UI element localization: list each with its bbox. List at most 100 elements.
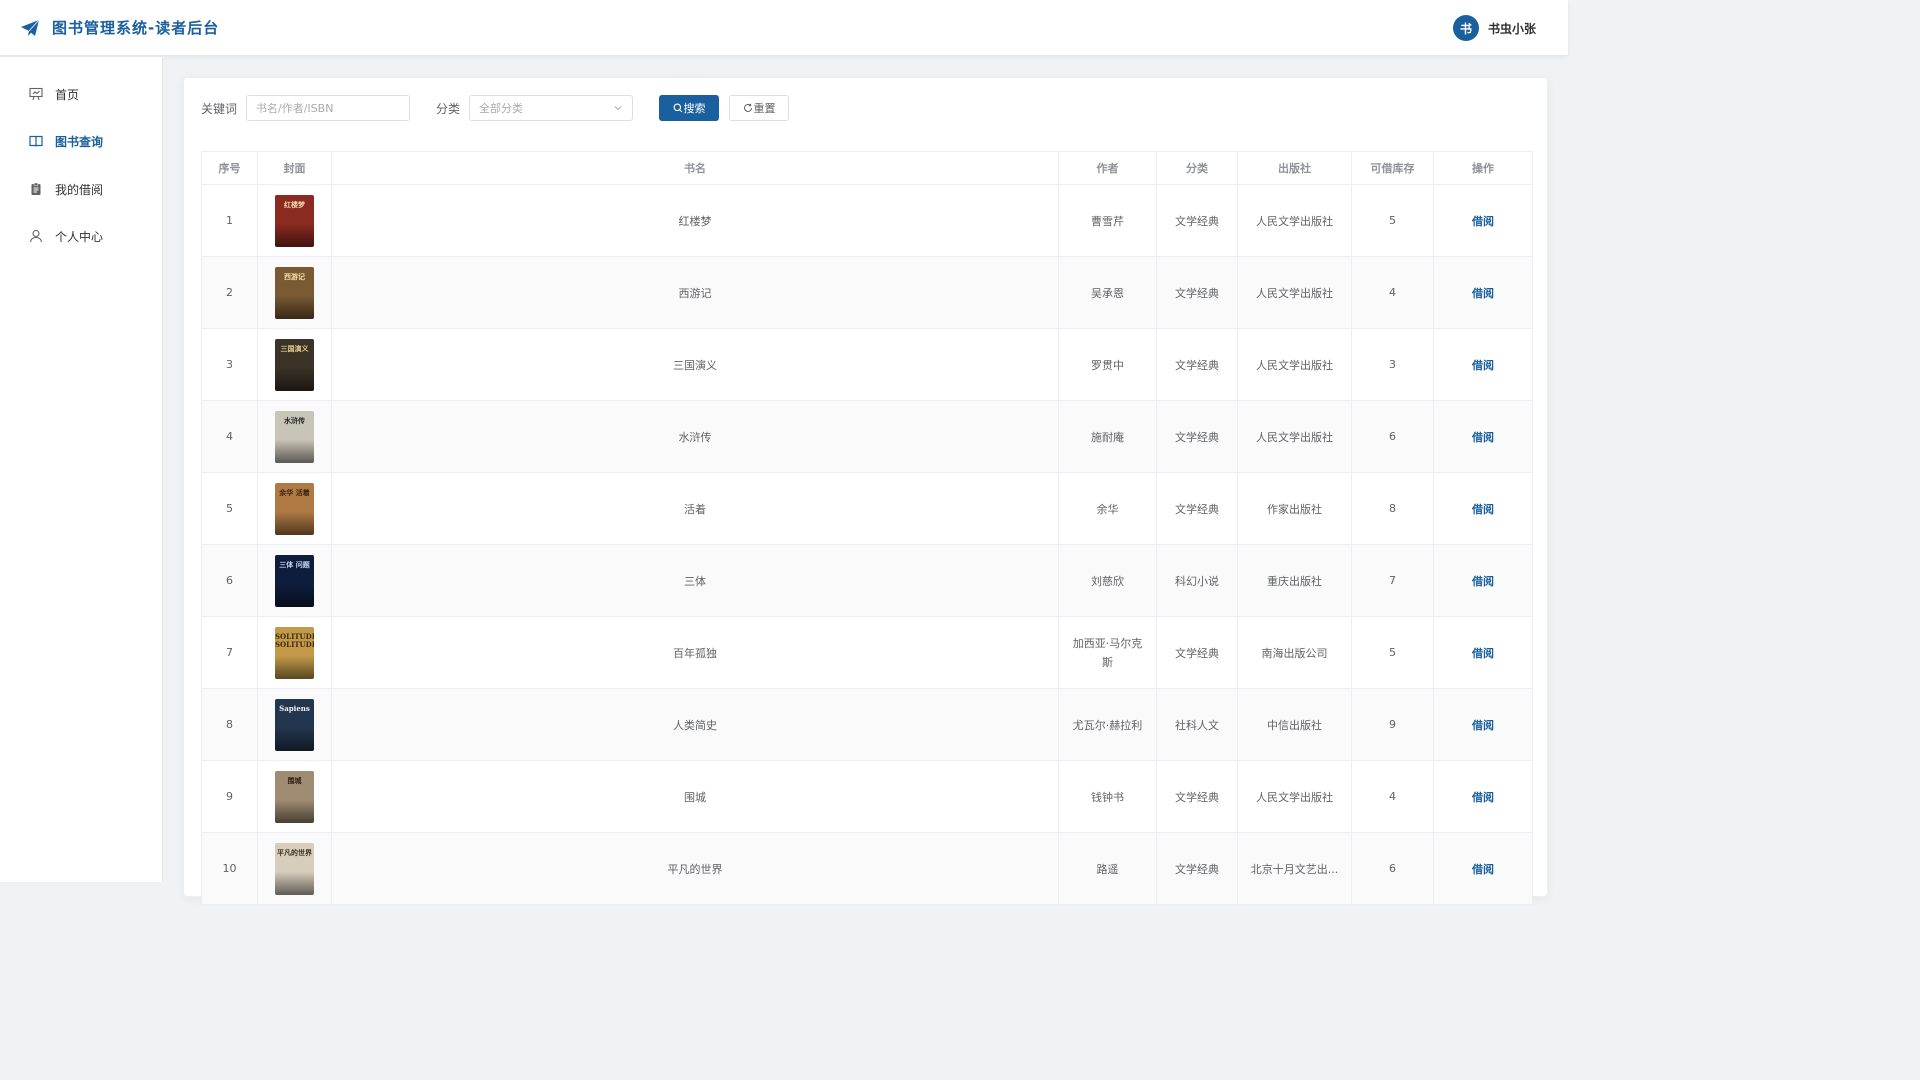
sidebar-item-label: 我的借阅 — [55, 182, 104, 197]
column-header: 作者 — [1058, 151, 1157, 185]
user-name[interactable]: 书虫小张 — [1488, 20, 1536, 37]
sidebar-item-home[interactable]: 首页 — [0, 74, 162, 114]
book-title: 人类简史 — [331, 688, 1059, 761]
paper-plane-icon — [21, 19, 40, 36]
cover-cell: 平凡的世界 — [257, 832, 332, 905]
book-category: 文学经典 — [1156, 400, 1238, 473]
borrow-button[interactable]: 借阅 — [1472, 503, 1494, 516]
cover-title: 三体 问题 — [279, 559, 310, 569]
book-stock: 9 — [1351, 688, 1434, 761]
book-stock: 5 — [1351, 616, 1434, 689]
cover-cell: 红楼梦 — [257, 184, 332, 257]
borrow-button[interactable]: 借阅 — [1472, 359, 1494, 372]
cover-title: 西游记 — [284, 271, 305, 281]
search-button[interactable]: 搜索 — [659, 95, 720, 121]
book-publisher: 重庆出版社 — [1237, 544, 1352, 617]
cover-title: 围城 — [287, 775, 302, 785]
row-number: 10 — [201, 832, 258, 905]
sidebar: 首页 图书查询 我的借阅 个人中心 — [0, 57, 163, 882]
book-category: 科幻小说 — [1156, 544, 1238, 617]
table-row: 10 平凡的世界 平凡的世界 路遥 文学经典 北京十月文艺出... 6 借阅 — [201, 832, 1533, 905]
book-cover-image[interactable]: 红楼梦 — [275, 194, 314, 247]
borrow-button[interactable]: 借阅 — [1472, 647, 1494, 660]
action-cell: 借阅 — [1433, 184, 1533, 257]
book-cover-image[interactable]: 平凡的世界 — [275, 842, 314, 895]
column-header: 封面 — [257, 151, 332, 185]
borrow-button[interactable]: 借阅 — [1472, 719, 1494, 732]
book-author: 刘慈欣 — [1058, 544, 1157, 617]
keyword-input[interactable]: 书名/作者/ISBN — [246, 95, 411, 121]
book-cover-image[interactable]: 三体 问题 — [275, 554, 314, 607]
book-cover-image[interactable]: 三国演义 — [275, 338, 314, 391]
row-number: 2 — [201, 256, 258, 329]
borrow-button[interactable]: 借阅 — [1472, 791, 1494, 804]
cover-title: 平凡的世界 — [277, 847, 312, 857]
borrow-button[interactable]: 借阅 — [1472, 215, 1494, 228]
book-cover-image[interactable]: 西游记 — [275, 266, 314, 319]
book-category: 文学经典 — [1156, 328, 1238, 401]
keyword-placeholder: 书名/作者/ISBN — [256, 102, 334, 115]
avatar[interactable]: 书 — [1452, 15, 1479, 41]
borrow-button[interactable]: 借阅 — [1472, 287, 1494, 300]
borrow-button[interactable]: 借阅 — [1472, 863, 1494, 876]
category-value: 全部分类 — [479, 102, 524, 115]
book-cover-image[interactable]: 余华 活着 — [275, 482, 314, 535]
book-publisher: 人民文学出版社 — [1237, 400, 1352, 473]
presentation-icon — [29, 87, 43, 101]
sidebar-item-my-borrows[interactable]: 我的借阅 — [0, 169, 162, 209]
app-logo[interactable]: 图书管理系统-读者后台 — [20, 17, 219, 38]
search-icon — [673, 103, 682, 113]
table-row: 2 西游记 西游记 吴承恩 文学经典 人民文学出版社 4 借阅 — [201, 256, 1533, 329]
book-table: 序号 封面 书名 作者 分类 出版社 可借库存 操作 1 红楼梦 红楼梦 曹雪芹… — [201, 151, 1533, 905]
cover-title: 三国演义 — [280, 343, 309, 353]
user-menu[interactable]: 书 书虫小张 — [1452, 15, 1536, 41]
book-stock: 4 — [1351, 760, 1434, 833]
row-number: 6 — [201, 544, 258, 617]
borrow-button[interactable]: 借阅 — [1472, 431, 1494, 444]
book-stock: 7 — [1351, 544, 1434, 617]
book-author: 吴承恩 — [1058, 256, 1157, 329]
book-cover-image[interactable]: 围城 — [275, 770, 314, 823]
table-row: 9 围城 围城 钱钟书 文学经典 人民文学出版社 4 借阅 — [201, 760, 1533, 833]
book-category: 文学经典 — [1156, 832, 1238, 905]
cover-cell: 三体 问题 — [257, 544, 332, 617]
book-author: 钱钟书 — [1058, 760, 1157, 833]
column-header: 序号 — [201, 151, 258, 185]
book-author: 曹雪芹 — [1058, 184, 1157, 257]
cover-cell: 围城 — [257, 760, 332, 833]
column-header: 出版社 — [1237, 151, 1352, 185]
book-cover-image[interactable]: Sapiens — [275, 698, 314, 751]
book-title: 红楼梦 — [331, 184, 1059, 257]
table-row: 6 三体 问题 三体 刘慈欣 科幻小说 重庆出版社 7 借阅 — [201, 544, 1533, 617]
book-category: 文学经典 — [1156, 472, 1238, 545]
book-stock: 6 — [1351, 400, 1434, 473]
reset-button[interactable]: 重置 — [729, 95, 790, 121]
action-cell: 借阅 — [1433, 688, 1533, 761]
book-stock: 5 — [1351, 184, 1434, 257]
search-form: 关键词 书名/作者/ISBN 分类 全部分类 搜索 重置 — [201, 95, 790, 121]
sidebar-item-book-search[interactable]: 图书查询 — [0, 121, 162, 161]
book-stock: 8 — [1351, 472, 1434, 545]
cover-title: 水浒传 — [284, 415, 305, 425]
sidebar-item-label: 图书查询 — [55, 134, 104, 149]
book-title: 围城 — [331, 760, 1059, 833]
column-header: 分类 — [1156, 151, 1238, 185]
book-author: 罗贯中 — [1058, 328, 1157, 401]
book-category: 文学经典 — [1156, 760, 1238, 833]
clipboard-icon — [31, 182, 41, 195]
sidebar-item-profile[interactable]: 个人中心 — [0, 216, 162, 256]
cover-title: Sapiens — [279, 703, 310, 713]
action-cell: 借阅 — [1433, 472, 1533, 545]
book-cover-image[interactable]: 水浒传 — [275, 410, 314, 463]
borrow-button[interactable]: 借阅 — [1472, 575, 1494, 588]
book-stock: 4 — [1351, 256, 1434, 329]
book-author: 施耐庵 — [1058, 400, 1157, 473]
cover-cell: 水浒传 — [257, 400, 332, 473]
category-select[interactable]: 全部分类 — [469, 95, 634, 121]
book-author: 加西亚·马尔克斯 — [1058, 616, 1157, 689]
book-cover-image[interactable]: SOLITUDE SOLITUDE — [275, 626, 314, 679]
book-category: 文学经典 — [1156, 616, 1238, 689]
sidebar-item-label: 个人中心 — [55, 229, 104, 244]
column-header: 操作 — [1433, 151, 1533, 185]
user-icon — [29, 229, 43, 243]
